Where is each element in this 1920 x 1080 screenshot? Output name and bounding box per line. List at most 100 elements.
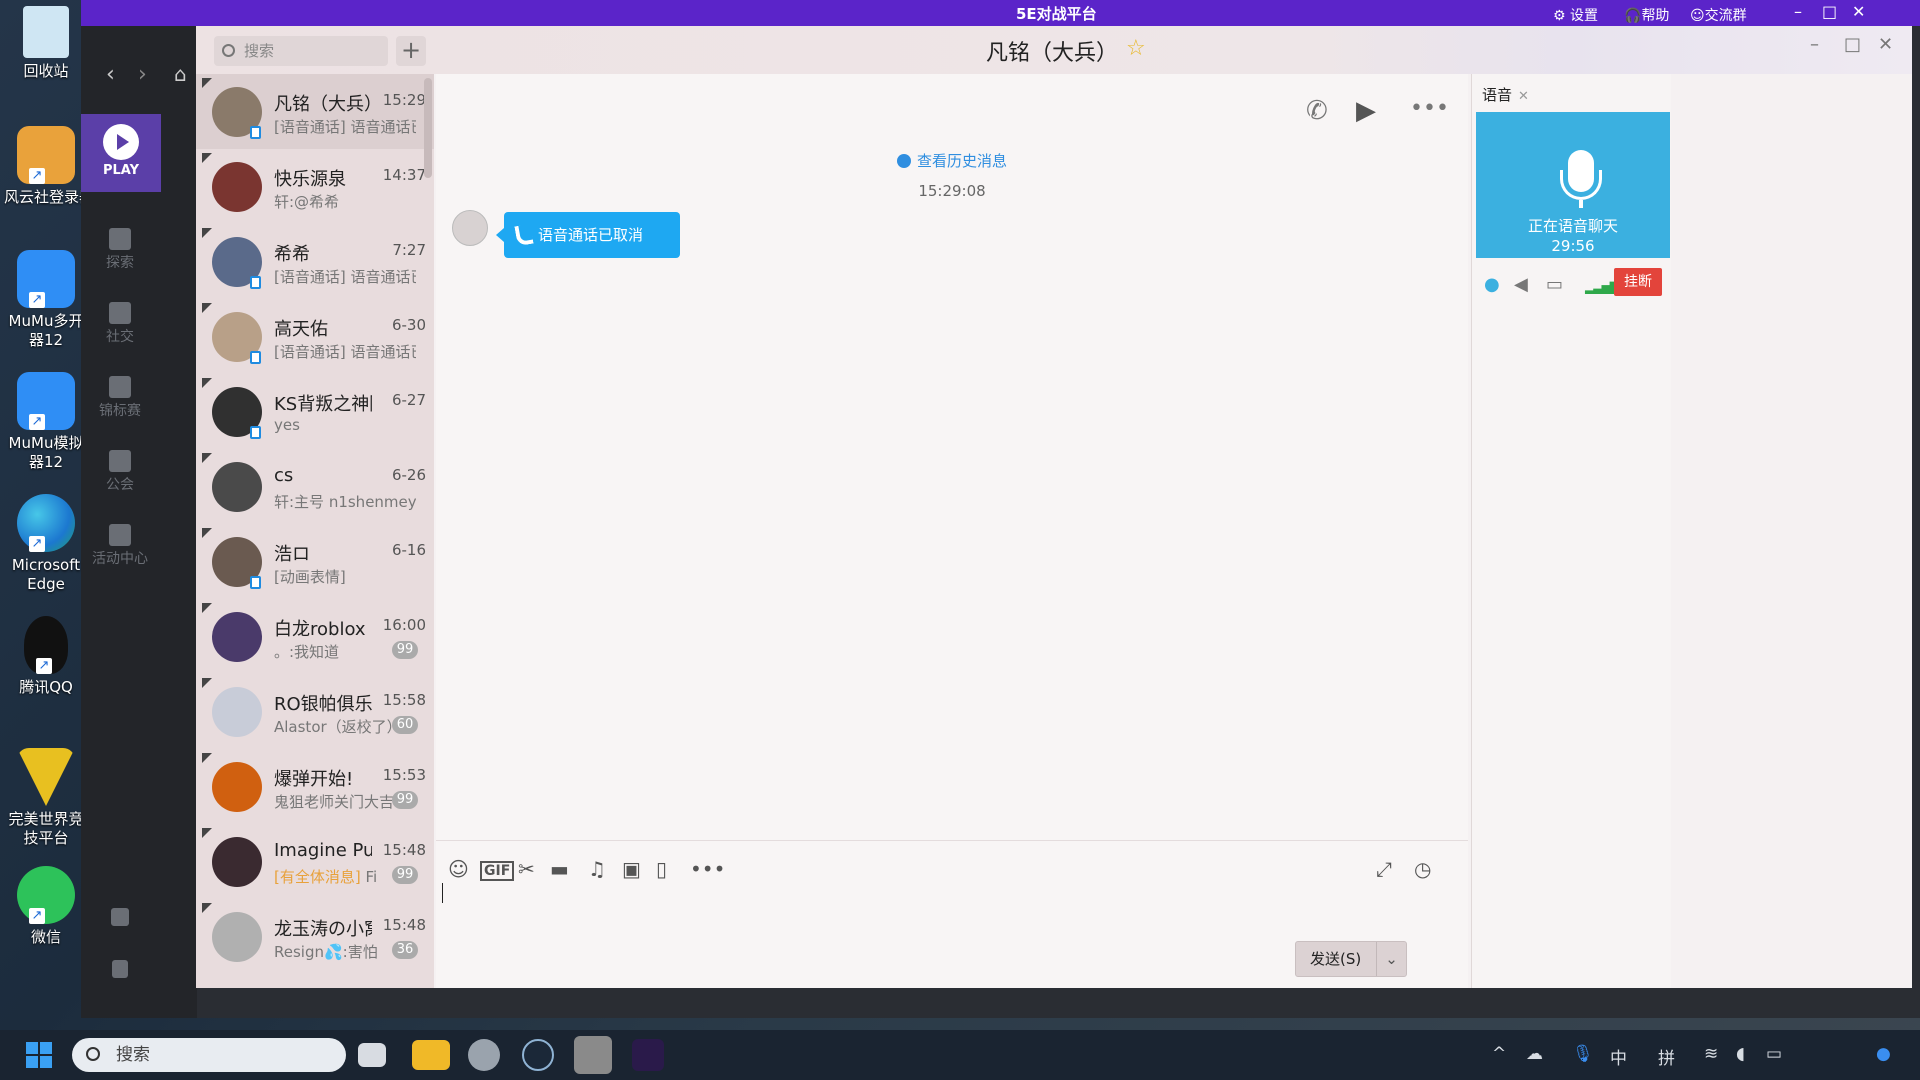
conversation-item[interactable]: cs 6-26 轩:主号 n1shenmeyi: [196, 449, 434, 524]
nav-explore[interactable]: 探索: [88, 228, 152, 272]
conversation-item[interactable]: KS背叛之神降临 6-27 yes: [196, 374, 434, 449]
conversation-item[interactable]: 希希 7:27 [语音通话] 语音通话已取消: [196, 224, 434, 299]
send-button[interactable]: 发送(S) ⌄: [1295, 941, 1407, 977]
nav-social[interactable]: 社交: [88, 302, 152, 346]
conversation-item[interactable]: 爆弹开始! 15:53 鬼狙老师关门大吉 99: [196, 749, 434, 824]
star-icon[interactable]: ☆: [1126, 36, 1146, 61]
video-call-icon[interactable]: ▶: [1356, 96, 1376, 126]
expand-icon[interactable]: ⤢: [1376, 857, 1392, 881]
chat-maximize-icon[interactable]: □: [1844, 34, 1861, 55]
settings-gear-icon[interactable]: [468, 1039, 500, 1071]
battery-icon[interactable]: ▭: [1766, 1044, 1782, 1064]
taskbar-search[interactable]: 搜索: [72, 1038, 346, 1072]
chevron-down-icon[interactable]: ⌄: [1376, 942, 1406, 976]
conversation-preview: [动画表情]: [274, 566, 416, 587]
help-link[interactable]: 🎧帮助: [1624, 5, 1669, 25]
scrollbar[interactable]: [424, 78, 432, 178]
file-explorer-icon[interactable]: [412, 1040, 450, 1070]
message-bubble[interactable]: 语音通话已取消: [496, 212, 680, 258]
conversation-time: 15:48: [382, 841, 426, 859]
voice-call-icon[interactable]: ✆: [1306, 96, 1328, 126]
chat-minimize-icon[interactable]: –: [1810, 34, 1819, 55]
tray-chevron-icon[interactable]: ^: [1492, 1044, 1506, 1064]
hangup-button[interactable]: 挂断: [1614, 268, 1662, 296]
conversation-item[interactable]: RO银帕俱乐部 15:58 Alastor（返校了）60: [196, 674, 434, 749]
preview-text: [动画表情]: [274, 568, 346, 586]
pinyin-mode[interactable]: 拼: [1658, 1044, 1675, 1069]
image-icon[interactable]: ▣: [622, 857, 641, 881]
chat-close-icon[interactable]: ✕: [1878, 34, 1893, 55]
screen-icon[interactable]: ▯: [656, 857, 667, 881]
conversation-item[interactable]: 浩ロ 6-16 [动画表情]: [196, 524, 434, 599]
close-icon[interactable]: ✕: [1852, 2, 1865, 21]
desktop-icon-qq[interactable]: ↗ 腾讯QQ: [4, 616, 88, 697]
forward-arrow-icon[interactable]: ›: [138, 62, 147, 87]
conversation-item[interactable]: 凡铭（大兵） 15:29 [语音通话] 语音通话已取消: [196, 74, 434, 149]
wifi-icon[interactable]: ≋: [1704, 1044, 1718, 1064]
voice-tab[interactable]: 语音 ✕: [1482, 84, 1529, 105]
chat-header: 搜索 + 凡铭（大兵） ☆ – □ ✕: [196, 26, 1912, 74]
conversation-name: 浩ロ: [274, 544, 310, 565]
conversation-item[interactable]: 高天佑 6-30 [语音通话] 语音通话已取消: [196, 299, 434, 374]
social-icon: [109, 302, 131, 324]
settings-link[interactable]: ⚙ 设置: [1553, 5, 1598, 25]
task-view-icon[interactable]: [358, 1043, 386, 1067]
volume-icon[interactable]: ◖: [1736, 1044, 1745, 1064]
nav-events[interactable]: 活动中心: [88, 524, 152, 568]
history-clock-icon[interactable]: ◷: [1414, 857, 1431, 881]
nav-box[interactable]: [88, 908, 152, 928]
history-link[interactable]: 查看历史消息: [436, 150, 1468, 171]
nav-hourglass[interactable]: [88, 960, 152, 980]
desktop-icon-wechat[interactable]: ↗ 微信: [4, 866, 88, 947]
nav-guild[interactable]: 公会: [88, 450, 152, 494]
back-arrow-icon[interactable]: ‹: [106, 62, 115, 87]
music-icon[interactable]: ♫: [588, 857, 606, 881]
brand-logo: 5E对战平台: [1016, 5, 1097, 23]
perfect-world-icon: [17, 748, 75, 806]
5e-app-icon[interactable]: [632, 1039, 664, 1071]
search-input[interactable]: 搜索: [214, 36, 388, 66]
windows-start-icon[interactable]: [26, 1042, 52, 1068]
emoji-icon[interactable]: ☺: [448, 857, 469, 881]
cloud-icon[interactable]: ☁: [1526, 1044, 1543, 1064]
minimize-icon[interactable]: –: [1794, 2, 1802, 21]
conversation-time: 15:53: [382, 766, 426, 784]
play-button[interactable]: PLAY: [81, 114, 161, 192]
desktop-icon-recycle-bin[interactable]: 回收站: [4, 6, 88, 81]
group-link[interactable]: ☺交流群: [1690, 5, 1747, 25]
desktop-icon-mumu[interactable]: ↗ MuMu模拟器12: [4, 372, 88, 472]
preview-text: Fi: [360, 868, 378, 886]
more-tools-icon[interactable]: •••: [690, 857, 725, 881]
add-button[interactable]: +: [396, 36, 426, 66]
pin-marker: [202, 603, 212, 613]
input-mode[interactable]: 中: [1610, 1044, 1627, 1069]
message-text: 语音通话已取消: [538, 226, 644, 244]
camera-off-icon[interactable]: ▭: [1546, 274, 1563, 295]
folder-icon[interactable]: ▬: [550, 857, 569, 881]
desktop-icon-mumu-multi[interactable]: ↗ MuMu多开器12: [4, 250, 88, 350]
text-caret[interactable]: [442, 883, 443, 903]
home-icon[interactable]: ⌂: [174, 62, 187, 86]
desktop-icon-perfect-world[interactable]: 完美世界竞技平台: [4, 748, 88, 848]
more-icon[interactable]: •••: [1410, 96, 1449, 121]
nav-tournament[interactable]: 锦标赛: [88, 376, 152, 420]
nav-label: 社交: [106, 329, 134, 345]
close-icon[interactable]: ✕: [1518, 89, 1529, 104]
maximize-icon[interactable]: □: [1822, 2, 1837, 21]
gif-icon[interactable]: GIF: [480, 861, 515, 881]
conversation-item[interactable]: 快乐源泉 14:37 轩:@希希: [196, 149, 434, 224]
scissors-icon[interactable]: ✂: [518, 857, 535, 881]
tray-mic-icon[interactable]: 🎙: [1572, 1044, 1594, 1064]
chat-app-icon[interactable]: [574, 1036, 612, 1074]
steam-icon[interactable]: [522, 1039, 554, 1071]
desktop-icon-edge[interactable]: ↗ Microsoft Edge: [4, 494, 88, 594]
speaker-icon[interactable]: ◀: [1514, 274, 1528, 295]
conversation-item[interactable]: 龙玉涛の小窝 15:48 Resign💦:害怕 36: [196, 899, 434, 974]
notification-bell-icon[interactable]: ●: [1876, 1044, 1891, 1064]
desktop-icon-fengyun[interactable]: ↗ 风云社登录器: [4, 126, 88, 207]
conversation-item[interactable]: Imagine Pub 15:48 [有全体消息] Fi 99: [196, 824, 434, 899]
mic-toggle-icon[interactable]: ●: [1484, 274, 1500, 295]
conversation-item[interactable]: 白龙roblox 16:00 。:我知道 99: [196, 599, 434, 674]
pin-marker: [202, 678, 212, 688]
avatar[interactable]: [452, 210, 488, 246]
